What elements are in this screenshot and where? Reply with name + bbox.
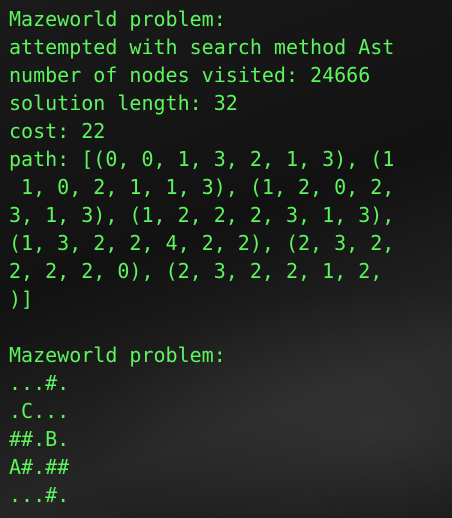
terminal-line: cost: 22 xyxy=(9,119,106,143)
terminal-line: (1, 3, 2, 2, 4, 2, 2), (2, 3, 2, xyxy=(9,231,395,255)
maze-row: A#.## xyxy=(9,455,70,479)
maze-row: .C... xyxy=(9,399,70,423)
maze-row: ...#. xyxy=(9,483,70,507)
terminal-line: path: [(0, 0, 1, 3, 2, 1, 3), (1 xyxy=(9,147,395,171)
terminal-line: Mazeworld problem: xyxy=(9,343,226,367)
terminal-line: 3, 1, 3), (1, 2, 2, 2, 3, 1, 3), xyxy=(9,203,395,227)
terminal-line: )] xyxy=(9,287,34,311)
terminal-line: solution length: 32 xyxy=(9,91,238,115)
maze-row: ...#. xyxy=(9,371,70,395)
terminal-line: 1, 0, 2, 1, 1, 3), (1, 2, 0, 2, xyxy=(9,175,395,199)
terminal-window[interactable]: Mazeworld problem: attempted with search… xyxy=(0,0,452,518)
terminal-line: number of nodes visited: 24666 xyxy=(9,63,371,87)
terminal-line: attempted with search method Ast xyxy=(9,35,395,59)
maze-row: ##.B. xyxy=(9,427,70,451)
terminal-line: Mazeworld problem: xyxy=(9,7,226,31)
terminal-line: 2, 2, 2, 0), (2, 3, 2, 2, 1, 2, xyxy=(9,259,383,283)
